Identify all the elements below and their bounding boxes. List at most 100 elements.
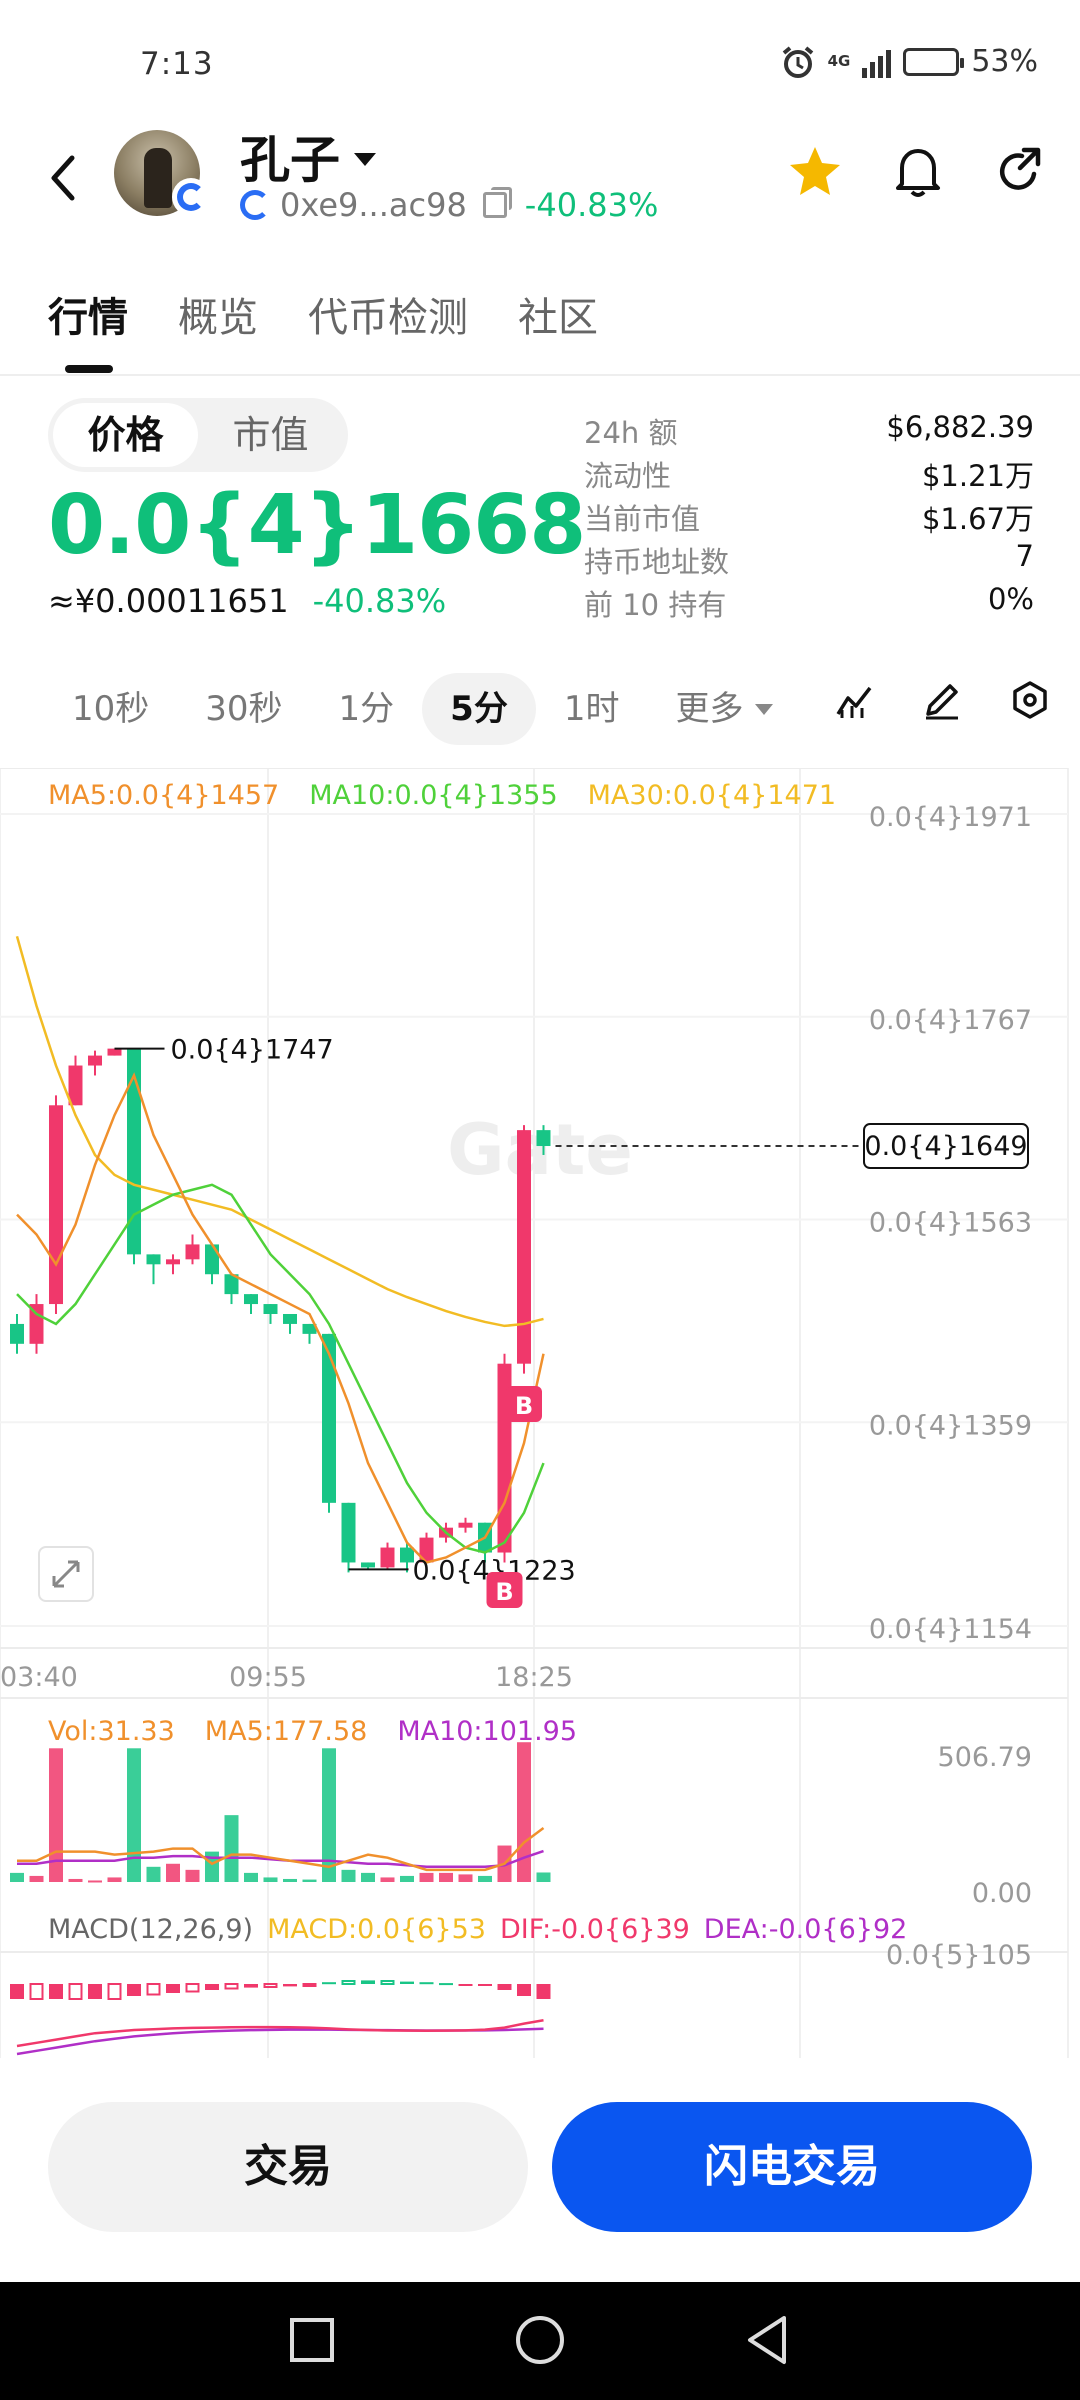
macd-bar bbox=[419, 1982, 434, 1985]
macd-bar bbox=[439, 1983, 453, 1986]
macd-bar bbox=[68, 1983, 83, 2000]
last-price-tag-label: 0.0{4}1649 bbox=[864, 1131, 1027, 1162]
macd-bar bbox=[146, 1983, 161, 1996]
status-time: 7:13 bbox=[140, 46, 214, 82]
macd-bar bbox=[361, 1980, 375, 1984]
buy-marker-label: B bbox=[495, 1578, 513, 1606]
price-change-percent: -40.83% bbox=[312, 582, 447, 620]
stat-value: $1.67万 bbox=[921, 502, 1034, 536]
interval-1m[interactable]: 1分 bbox=[311, 673, 423, 745]
contract-address: 0xe9...ac98 bbox=[280, 186, 467, 224]
macd-bar bbox=[205, 1984, 219, 1990]
home-icon[interactable] bbox=[512, 2312, 568, 2368]
signal-icon bbox=[862, 46, 892, 78]
macd-bar bbox=[244, 1984, 258, 1988]
system-nav-bar bbox=[0, 2282, 1080, 2400]
interval-1h[interactable]: 1时 bbox=[536, 673, 648, 745]
macd-bar bbox=[127, 1984, 141, 1996]
copy-icon[interactable] bbox=[482, 187, 512, 218]
candle bbox=[283, 1313, 297, 1324]
ma10-legend: MA10:0.0{4}1355 bbox=[309, 780, 558, 811]
expand-icon[interactable] bbox=[38, 1546, 94, 1602]
volume-bar bbox=[10, 1872, 24, 1882]
candle bbox=[322, 1333, 336, 1503]
token-stats: 24h 额 $6,882.39 流动性 $1.21万 当前市值 $1.67万 持币地址… bbox=[584, 410, 1034, 625]
back-nav-icon[interactable] bbox=[740, 2312, 796, 2368]
chart-canvas[interactable]: 0.0{4}1971 0.0{4}1767 0.0{4}1563 0.0{4}1359… bbox=[0, 768, 1080, 2058]
trade-button[interactable]: 交易 bbox=[48, 2102, 528, 2232]
price-mcap-toggle: 价格 市值 bbox=[48, 398, 348, 472]
macd-bar bbox=[10, 1984, 24, 1999]
candle bbox=[536, 1130, 551, 1147]
chain-icon bbox=[240, 190, 270, 220]
stat-value: $6,882.39 bbox=[886, 410, 1034, 444]
token-selector[interactable]: 孔子 bbox=[240, 120, 376, 192]
macd-bar bbox=[536, 1984, 551, 1999]
star-icon[interactable] bbox=[788, 145, 842, 197]
network-type: 4G bbox=[827, 52, 851, 70]
interval-more[interactable]: 更多 bbox=[647, 673, 801, 745]
candle bbox=[458, 1522, 473, 1528]
tab-market[interactable]: 行情 bbox=[48, 285, 128, 373]
stat-row: 持币地址数 7 bbox=[584, 539, 1034, 582]
interval-30s[interactable]: 30秒 bbox=[177, 673, 310, 745]
price-axis-label: 0.0{4}1563 bbox=[869, 1208, 1032, 1239]
settings-icon[interactable] bbox=[1010, 680, 1050, 720]
tab-token-check[interactable]: 代币检测 bbox=[308, 285, 468, 373]
stat-value: 7 bbox=[1015, 539, 1034, 573]
volume-legend: Vol:31.33 MA5:177.58 MA10:101.95 bbox=[48, 1716, 577, 1747]
kline-chart[interactable]: 0.0{4}1971 0.0{4}1767 0.0{4}1563 0.0{4}1359… bbox=[0, 768, 1080, 2058]
volume-bar bbox=[68, 1878, 83, 1882]
toggle-market-cap[interactable]: 市值 bbox=[198, 403, 343, 467]
candle bbox=[185, 1244, 200, 1260]
price-axis-label: 0.0{4}1767 bbox=[869, 1005, 1032, 1036]
candle bbox=[146, 1254, 161, 1265]
macd-bar bbox=[341, 1980, 356, 1985]
stat-row: 流动性 $1.21万 bbox=[584, 453, 1034, 496]
volume-bar bbox=[439, 1872, 453, 1882]
volume-bar bbox=[107, 1877, 122, 1882]
time-axis-label: 18:25 bbox=[495, 1662, 573, 1693]
macd-bar bbox=[517, 1984, 531, 1996]
volume-bar bbox=[283, 1878, 297, 1882]
tab-overview[interactable]: 概览 bbox=[178, 285, 258, 373]
volume-bar bbox=[302, 1879, 317, 1882]
candle bbox=[341, 1502, 356, 1563]
candle bbox=[88, 1055, 102, 1066]
price-cny: ≈¥0.00011651 bbox=[48, 582, 289, 620]
volume-bar bbox=[166, 1863, 180, 1882]
macd-bar bbox=[166, 1984, 180, 1993]
vol-ma10-legend: MA10:101.95 bbox=[397, 1716, 578, 1747]
recents-icon[interactable] bbox=[284, 2312, 340, 2368]
share-icon[interactable] bbox=[994, 146, 1044, 196]
candle bbox=[10, 1323, 24, 1344]
bell-icon[interactable] bbox=[894, 144, 942, 198]
interval-5m[interactable]: 5分 bbox=[422, 673, 536, 745]
candle bbox=[205, 1244, 219, 1275]
toggle-price[interactable]: 价格 bbox=[53, 403, 198, 467]
stat-value: $1.21万 bbox=[921, 459, 1034, 493]
flash-trade-button[interactable]: 闪电交易 bbox=[552, 2102, 1032, 2232]
price-change: -40.83% bbox=[524, 186, 659, 224]
macd-bar bbox=[400, 1981, 414, 1984]
stat-label: 24h 额 bbox=[584, 416, 678, 450]
candle bbox=[49, 1105, 63, 1305]
time-axis-label: 09:55 bbox=[229, 1662, 307, 1693]
stat-label: 当前市值 bbox=[584, 502, 701, 536]
indicator-icon[interactable] bbox=[834, 680, 874, 720]
interval-10s[interactable]: 10秒 bbox=[44, 673, 177, 745]
stat-row: 当前市值 $1.67万 bbox=[584, 496, 1034, 539]
draw-icon[interactable] bbox=[922, 680, 962, 720]
battery-percent: 53% bbox=[971, 44, 1038, 79]
macd-value: MACD:0.0{6}53 bbox=[267, 1914, 486, 1945]
stat-row: 24h 额 $6,882.39 bbox=[584, 410, 1034, 453]
volume-bar bbox=[341, 1869, 356, 1882]
candle bbox=[361, 1562, 375, 1568]
stat-label: 流动性 bbox=[584, 459, 672, 493]
tab-community[interactable]: 社区 bbox=[518, 285, 598, 373]
macd-bar bbox=[283, 1984, 297, 1987]
back-icon[interactable] bbox=[44, 148, 84, 208]
macd-bar bbox=[458, 1984, 473, 1986]
stat-label: 前 10 持有 bbox=[584, 588, 727, 622]
macd-bar bbox=[263, 1983, 278, 1988]
